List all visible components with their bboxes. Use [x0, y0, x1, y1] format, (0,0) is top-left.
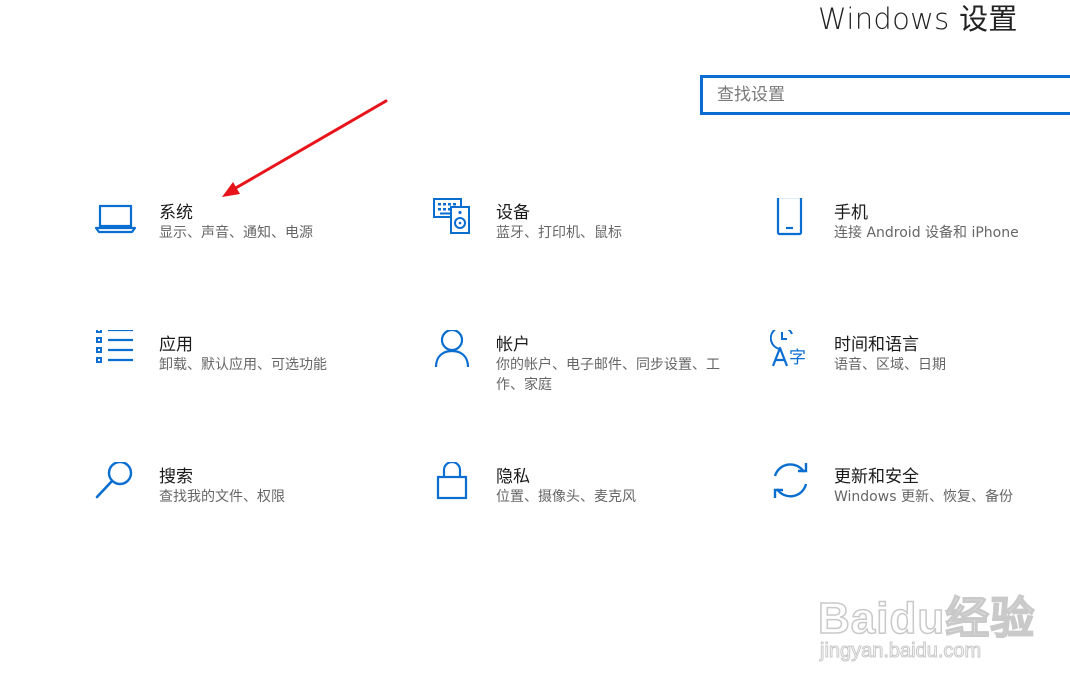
- tile-description: 语音、区域、日期: [834, 357, 946, 373]
- tile-title: 设备: [496, 203, 530, 223]
- svg-text:字: 字: [789, 348, 806, 368]
- tile-title: 时间和语言: [834, 335, 919, 355]
- phone-icon: [770, 198, 818, 246]
- tile-update-security[interactable]: 更新和安全 Windows 更新、恢复、备份: [770, 462, 1070, 552]
- tile-description: 蓝牙、打印机、鼠标: [496, 225, 622, 241]
- tile-phone[interactable]: 手机 连接 Android 设备和 iPhone: [770, 198, 1070, 288]
- tile-search[interactable]: 搜索 查找我的文件、权限: [95, 462, 395, 552]
- tile-title: 手机: [834, 203, 868, 223]
- keyboard-speaker-icon: [432, 198, 480, 246]
- lock-icon: [432, 462, 480, 510]
- tile-accounts[interactable]: 帐户 你的帐户、电子邮件、同步设置、工作、家庭: [432, 330, 732, 420]
- tile-devices[interactable]: 设备 蓝牙、打印机、鼠标: [432, 198, 732, 288]
- tile-title: 系统: [159, 203, 193, 223]
- laptop-icon: [95, 198, 143, 246]
- tile-description: 位置、摄像头、麦克风: [496, 489, 636, 505]
- search-input[interactable]: [703, 78, 1047, 112]
- tile-description: Windows 更新、恢复、备份: [834, 489, 1013, 505]
- tile-title: 搜索: [159, 467, 193, 487]
- tile-system[interactable]: 系统 显示、声音、通知、电源: [95, 198, 395, 288]
- page-title: Windows 设置: [818, 2, 1018, 36]
- tile-title: 应用: [159, 335, 193, 355]
- time-language-icon: 字: [770, 330, 818, 378]
- tile-description: 查找我的文件、权限: [159, 489, 285, 505]
- watermark-logo: Baidu经验: [817, 593, 1036, 644]
- tile-title: 更新和安全: [834, 467, 919, 487]
- tile-description: 显示、声音、通知、电源: [159, 225, 313, 241]
- watermark-url: jingyan.baidu.com: [819, 640, 982, 663]
- tile-title: 隐私: [496, 467, 530, 487]
- tile-description: 连接 Android 设备和 iPhone: [834, 225, 1019, 241]
- search-box[interactable]: [700, 75, 1070, 115]
- apps-list-icon: [95, 330, 143, 378]
- tile-time-language[interactable]: 字 时间和语言 语音、区域、日期: [770, 330, 1070, 420]
- tile-title: 帐户: [496, 335, 530, 355]
- tile-description: 卸载、默认应用、可选功能: [159, 357, 327, 373]
- tile-description: 你的帐户、电子邮件、同步设置、工作、家庭: [496, 357, 720, 393]
- sync-icon: [770, 462, 818, 510]
- baidu-watermark: Baidu经验 jingyan.baidu.com: [817, 582, 1058, 672]
- search-icon: [95, 462, 143, 510]
- tile-privacy[interactable]: 隐私 位置、摄像头、麦克风: [432, 462, 732, 552]
- tile-apps[interactable]: 应用 卸载、默认应用、可选功能: [95, 330, 395, 420]
- person-icon: [432, 330, 480, 378]
